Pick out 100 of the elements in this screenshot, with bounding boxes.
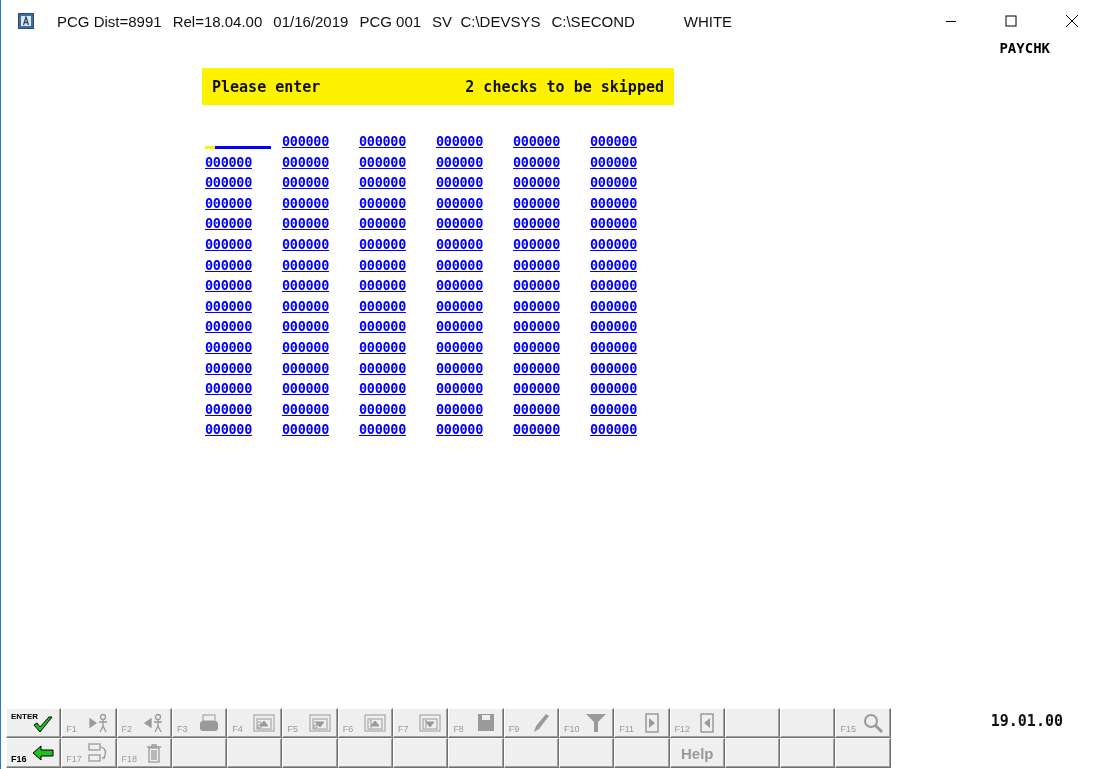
check-number-field[interactable]: 000000 — [359, 131, 425, 152]
check-number-field[interactable]: 000000 — [436, 398, 502, 420]
check-number-field[interactable]: 000000 — [205, 316, 271, 337]
check-number-field[interactable]: 000000 — [359, 233, 425, 255]
check-number-field[interactable]: 000000 — [359, 254, 425, 276]
check-number-field[interactable]: 000000 — [205, 398, 271, 420]
check-number-field[interactable]: 000000 — [282, 131, 348, 152]
check-number-field[interactable]: 000000 — [359, 275, 425, 296]
check-number-field[interactable]: 000000 — [359, 213, 425, 234]
check-number-field[interactable]: 000000 — [590, 316, 656, 337]
check-number-field[interactable]: 000000 — [436, 378, 502, 399]
check-number-field[interactable]: 000000 — [282, 233, 348, 255]
check-number-field[interactable]: 000000 — [513, 316, 579, 337]
check-number-field[interactable]: 000000 — [359, 336, 425, 358]
check-number-field[interactable]: 000000 — [205, 295, 271, 317]
check-number-field[interactable]: 000000 — [282, 378, 348, 399]
check-number-field[interactable]: 000000 — [205, 336, 271, 358]
check-number-field[interactable]: 000000 — [590, 336, 656, 358]
check-number-field[interactable]: 000000 — [359, 151, 425, 173]
check-number-field[interactable]: 000000 — [205, 357, 271, 379]
check-number-field[interactable]: 000000 — [590, 357, 656, 379]
check-number-field[interactable]: 000000 — [513, 275, 579, 296]
check-number-field[interactable]: 000000 — [205, 254, 271, 276]
check-number-field[interactable]: 000000 — [513, 398, 579, 420]
check-number-field[interactable]: 000000 — [436, 213, 502, 234]
check-number-field[interactable]: 000000 — [205, 233, 271, 255]
check-number-field[interactable]: 000000 — [513, 378, 579, 399]
check-number-field[interactable]: 000000 — [282, 295, 348, 317]
check-number-field[interactable]: 000000 — [436, 172, 502, 193]
check-number-field[interactable]: 000000 — [359, 295, 425, 317]
function-key-button[interactable]: ENTER — [6, 708, 62, 738]
check-number-field[interactable]: 000000 — [590, 378, 656, 399]
check-number-field[interactable]: 000000 — [436, 336, 502, 358]
check-number-field[interactable]: 000000 — [436, 419, 502, 440]
check-number-field[interactable]: 000000 — [205, 378, 271, 399]
check-number-field[interactable]: 000000 — [282, 172, 348, 193]
check-number-field[interactable]: 000000 — [436, 275, 502, 296]
check-number-field[interactable]: 000000 — [590, 419, 656, 440]
check-number-field[interactable]: 000000 — [513, 192, 579, 214]
check-number-field[interactable]: 000000 — [590, 254, 656, 276]
clock-time: 19.01.00 — [990, 712, 1063, 730]
check-number-field[interactable]: 000000 — [359, 398, 425, 420]
check-number-field[interactable]: 000000 — [513, 151, 579, 173]
check-number-field[interactable]: 000000 — [436, 295, 502, 317]
check-number-field[interactable]: 000000 — [590, 295, 656, 317]
title-text: PCG Dist=8991 — [57, 12, 162, 30]
close-icon[interactable] — [1065, 14, 1079, 28]
check-number-field[interactable]: 000000 — [359, 419, 425, 440]
title-text: 01/16/2019 — [273, 12, 349, 30]
check-number-field[interactable]: 000000 — [205, 192, 271, 214]
check-number-field[interactable]: 000000 — [590, 233, 656, 255]
check-number-field[interactable]: 000000 — [436, 151, 502, 173]
check-number-field[interactable]: 000000 — [590, 213, 656, 234]
user-name: WHITE — [683, 12, 733, 30]
check-number-field[interactable]: 000000 — [359, 316, 425, 337]
check-number-field[interactable]: 000000 — [282, 398, 348, 420]
check-number-field[interactable]: 000000 — [436, 316, 502, 337]
check-number-field[interactable]: 000000 — [359, 357, 425, 379]
check-number-field[interactable]: 000000 — [282, 419, 348, 440]
check-number-field[interactable]: 000000 — [513, 336, 579, 358]
check-number-field[interactable]: 000000 — [513, 419, 579, 440]
check-number-field[interactable]: 000000 — [436, 357, 502, 379]
check-number-field[interactable]: 000000 — [513, 295, 579, 317]
check-number-field[interactable]: 000000 — [205, 151, 271, 173]
check-number-field[interactable]: 000000 — [282, 151, 348, 173]
check-number-field[interactable]: 000000 — [590, 172, 656, 193]
message-prompt: Please enter — [212, 77, 321, 96]
check-number-field[interactable]: 000000 — [282, 254, 348, 276]
check-number-field[interactable]: 000000 — [513, 131, 579, 152]
check-number-field[interactable]: 000000 — [513, 172, 579, 193]
check-number-field[interactable]: 000000 — [590, 151, 656, 173]
check-number-field[interactable]: 000000 — [282, 357, 348, 379]
check-number-field[interactable]: 000000 — [513, 357, 579, 379]
page-up-icon — [253, 713, 276, 733]
check-number-field[interactable]: 000000 — [205, 275, 271, 296]
check-number-field[interactable]: 000000 — [513, 233, 579, 255]
maximize-icon[interactable] — [1005, 15, 1017, 27]
check-number-field[interactable]: 000000 — [359, 192, 425, 214]
check-number-field[interactable]: 000000 — [205, 172, 271, 193]
check-number-field[interactable]: 000000 — [436, 192, 502, 214]
check-number-field[interactable]: 000000 — [513, 254, 579, 276]
check-number-field[interactable]: 000000 — [205, 419, 271, 440]
screen-name: PAYCHK — [999, 40, 1050, 58]
check-number-field[interactable]: 000000 — [436, 233, 502, 255]
check-number-field[interactable]: 000000 — [590, 398, 656, 420]
check-number-field[interactable]: 000000 — [282, 316, 348, 337]
check-number-field[interactable]: 000000 — [205, 213, 271, 234]
function-key-button[interactable]: F16 — [6, 738, 62, 768]
check-number-field[interactable]: 000000 — [282, 336, 348, 358]
check-number-field[interactable]: 000000 — [282, 213, 348, 234]
check-number-field[interactable]: 000000 — [590, 192, 656, 214]
check-number-field[interactable]: 000000 — [359, 378, 425, 399]
check-number-field[interactable]: 000000 — [282, 275, 348, 296]
check-number-field[interactable]: 000000 — [513, 213, 579, 234]
check-number-field[interactable]: 000000 — [436, 254, 502, 276]
check-number-field[interactable]: 000000 — [282, 192, 348, 214]
check-number-field[interactable]: 000000 — [436, 131, 502, 152]
check-number-field[interactable]: 000000 — [590, 131, 656, 152]
check-number-field[interactable]: 000000 — [590, 275, 656, 296]
check-number-field[interactable]: 000000 — [359, 172, 425, 193]
